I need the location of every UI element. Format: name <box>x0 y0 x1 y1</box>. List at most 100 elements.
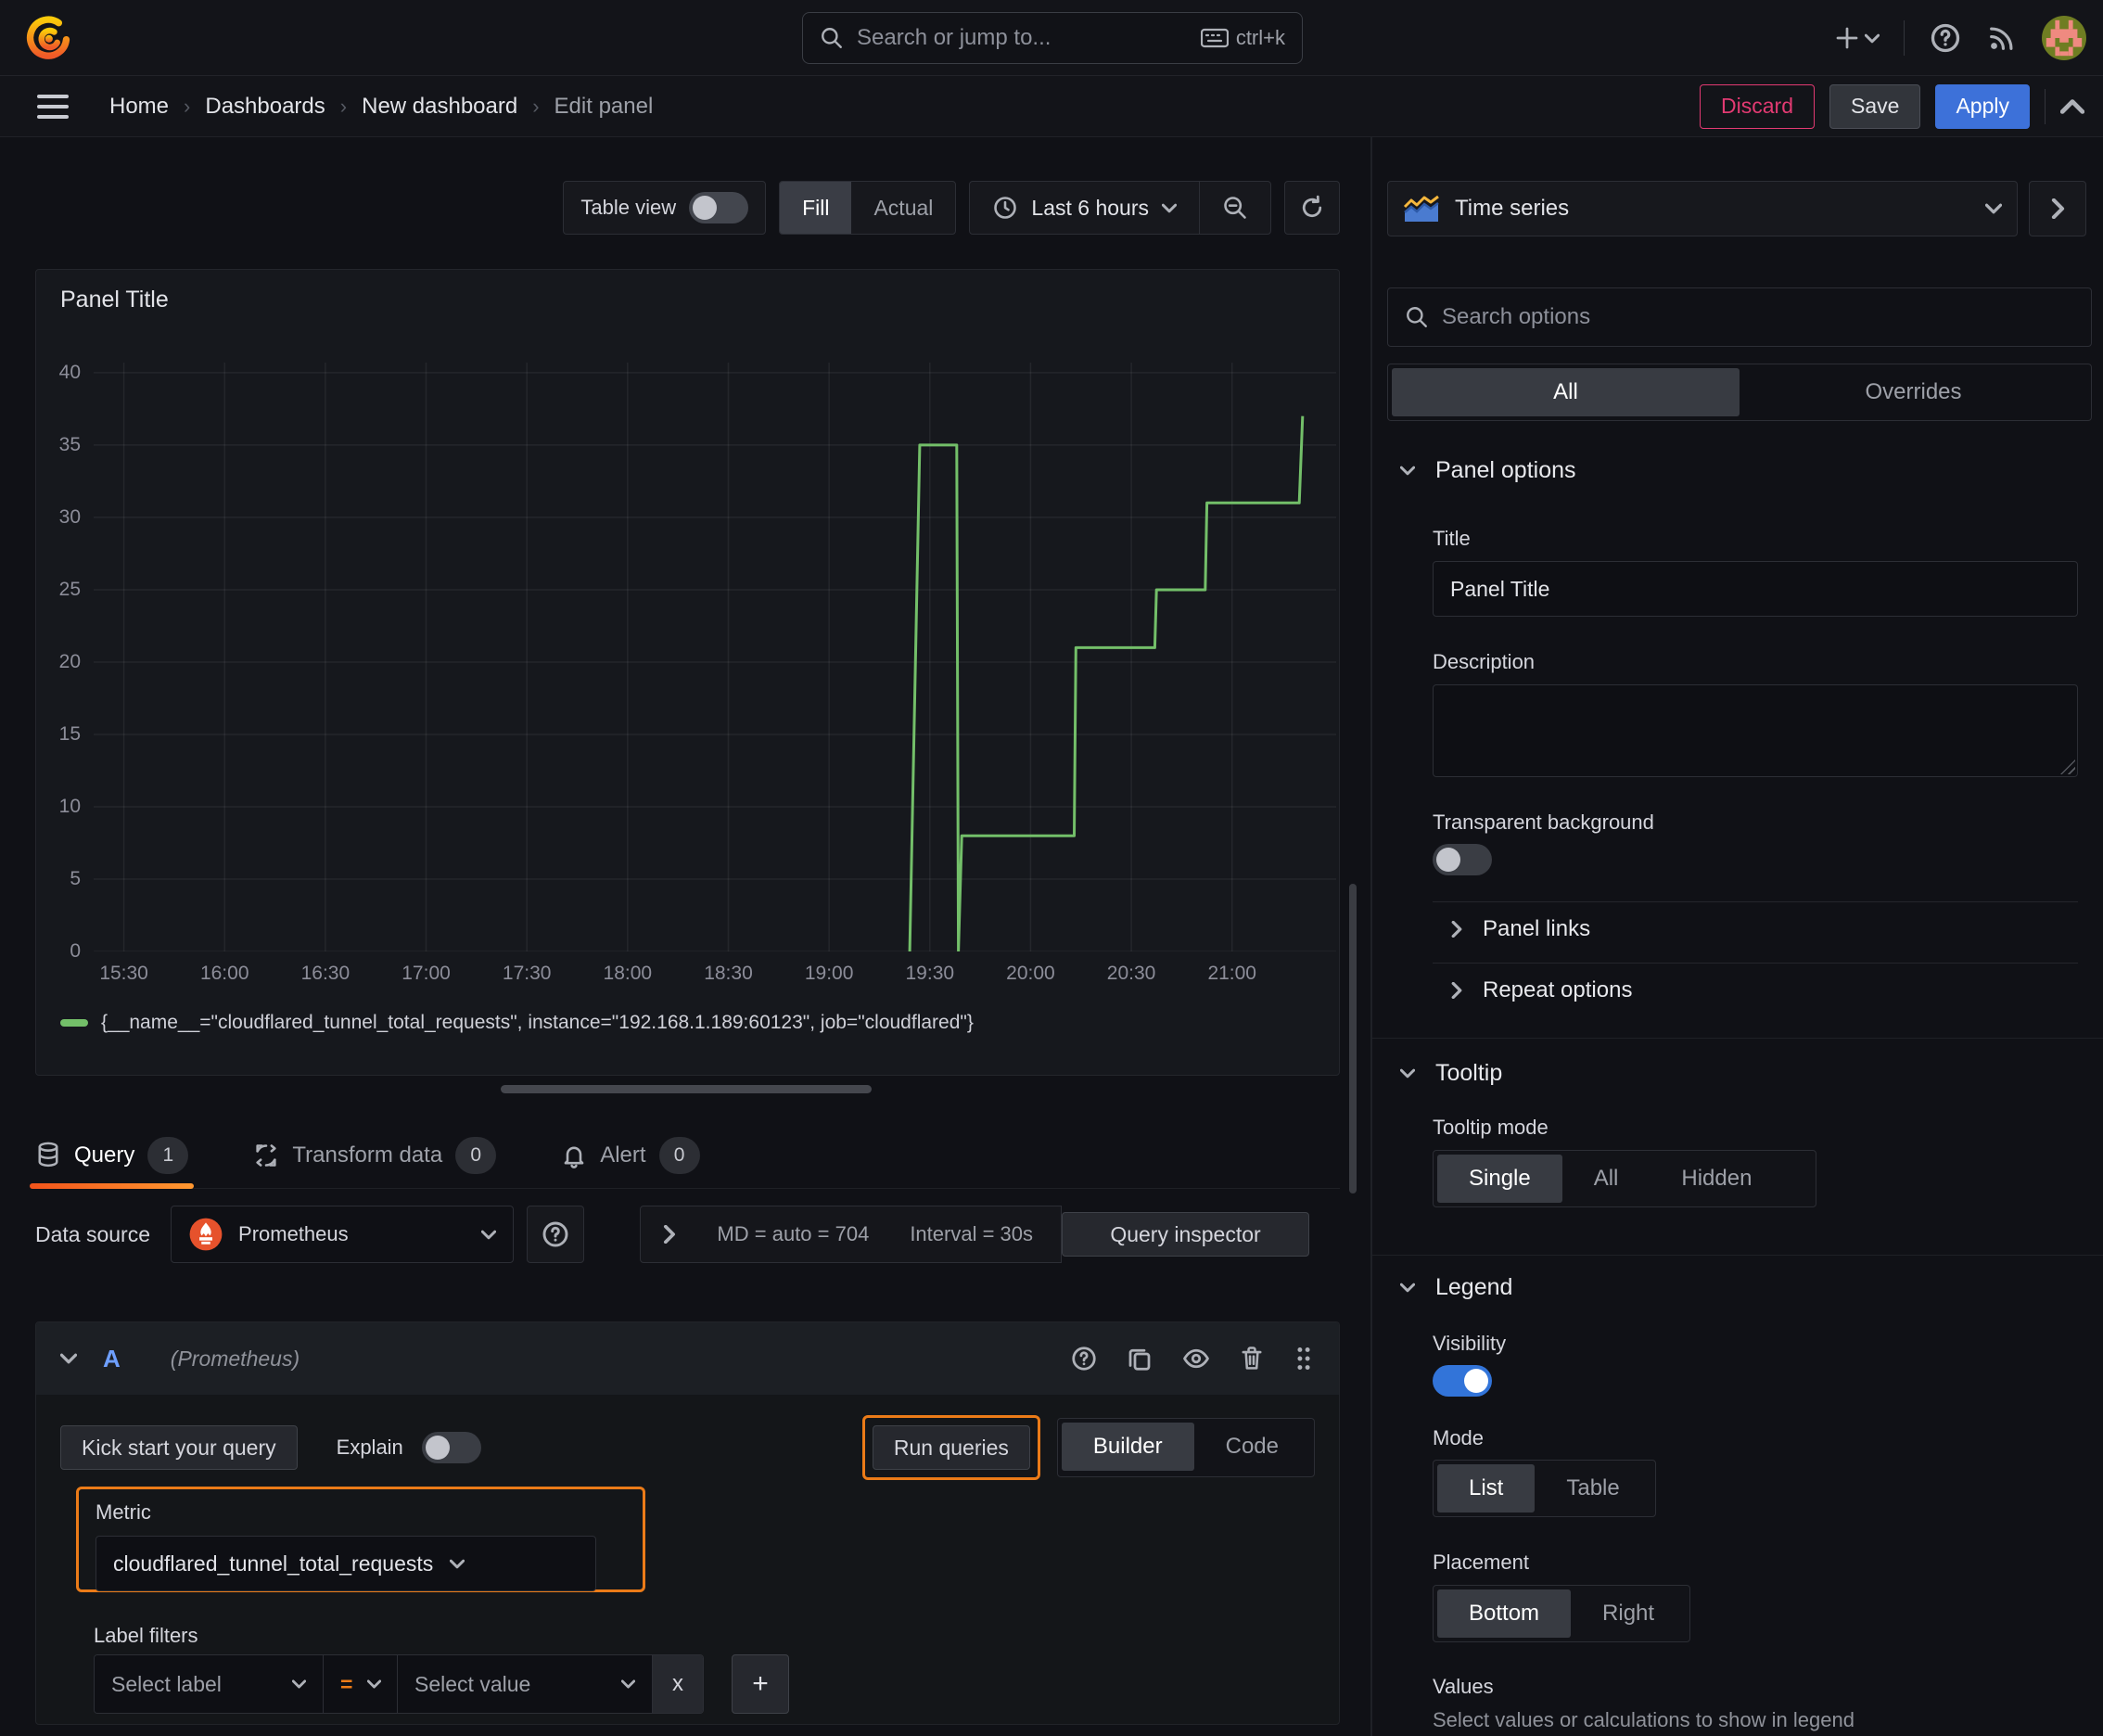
metric-value: cloudflared_tunnel_total_requests <box>113 1551 434 1576</box>
add-new-button[interactable] <box>1833 24 1880 52</box>
breadcrumb-new-dashboard[interactable]: New dashboard <box>362 94 517 120</box>
metric-select[interactable]: cloudflared_tunnel_total_requests <box>96 1536 596 1591</box>
actual-option[interactable]: Actual <box>851 182 955 234</box>
collapse-options-pane-button[interactable] <box>2029 181 2086 236</box>
code-option[interactable]: Code <box>1194 1423 1310 1471</box>
query-help-icon[interactable] <box>1070 1345 1098 1372</box>
x-tick-label: 20:00 <box>1006 963 1055 984</box>
chevron-down-icon <box>481 1230 497 1239</box>
panel-links-section[interactable]: Panel links <box>1451 916 1590 942</box>
add-filter-button[interactable]: + <box>732 1654 789 1714</box>
zoom-out-button[interactable] <box>1199 182 1270 234</box>
y-tick-label: 5 <box>70 867 81 889</box>
tab-query[interactable]: Query 1 <box>30 1122 195 1189</box>
operator-dropdown[interactable]: = <box>324 1655 398 1713</box>
stat-interval: Interval = 30s <box>910 1222 1033 1245</box>
chart-plot <box>94 363 1336 951</box>
clock-icon <box>994 197 1017 219</box>
fill-option[interactable]: Fill <box>780 182 852 234</box>
section-divider <box>1372 1038 2103 1039</box>
grafana-logo[interactable] <box>24 12 72 64</box>
datasource-help-icon[interactable] <box>527 1206 585 1263</box>
legend-mode-table[interactable]: Table <box>1535 1464 1651 1513</box>
kick-start-query-button[interactable]: Kick start your query <box>60 1425 298 1470</box>
tab-transform-count: 0 <box>455 1136 497 1174</box>
help-icon[interactable] <box>1929 21 1962 55</box>
collapse-header-icon[interactable] <box>2060 98 2084 115</box>
table-view-toggle[interactable] <box>689 192 749 223</box>
database-icon <box>38 1142 58 1167</box>
panel-title-input[interactable] <box>1433 561 2078 617</box>
save-button[interactable]: Save <box>1829 83 1921 129</box>
legend-mode-list[interactable]: List <box>1437 1464 1536 1513</box>
transparent-bg-toggle[interactable] <box>1433 844 1492 875</box>
select-value-dropdown[interactable]: Select value <box>398 1655 653 1713</box>
apply-button[interactable]: Apply <box>1935 83 2030 129</box>
menu-toggle-icon[interactable] <box>37 94 69 119</box>
chevron-right-icon[interactable] <box>663 1225 676 1244</box>
search-icon <box>822 28 842 48</box>
chevron-down-icon[interactable] <box>60 1353 77 1364</box>
time-range-picker[interactable]: Last 6 hours <box>970 182 1199 234</box>
tooltip-single-option[interactable]: Single <box>1437 1155 1562 1203</box>
tab-transform-data[interactable]: Transform data 0 <box>253 1122 497 1188</box>
legend-placement-right[interactable]: Right <box>1571 1589 1686 1638</box>
y-tick-label: 0 <box>70 940 81 962</box>
time-series-viz-icon <box>1403 195 1439 222</box>
user-avatar[interactable] <box>2042 16 2086 60</box>
horizontal-resize-handle[interactable] <box>501 1085 872 1093</box>
datasource-picker[interactable]: Prometheus <box>171 1206 515 1263</box>
repeat-options-section[interactable]: Repeat options <box>1451 977 1632 1003</box>
refresh-icon <box>1302 195 1322 218</box>
x-tick-label: 19:00 <box>804 963 854 984</box>
query-row-actions <box>1070 1345 1315 1372</box>
legend-section-header[interactable]: Legend <box>1400 1274 1512 1301</box>
query-inspector-button[interactable]: Query inspector <box>1062 1212 1309 1257</box>
nav-divider <box>1904 20 1905 56</box>
tab-overrides[interactable]: Overrides <box>1740 368 2087 416</box>
delete-query-icon[interactable] <box>1239 1345 1265 1372</box>
datasource-name: Prometheus <box>238 1222 349 1245</box>
query-ref-id[interactable]: A <box>103 1345 121 1373</box>
query-row-header[interactable]: A (Prometheus) <box>36 1322 1339 1395</box>
vertical-scrollbar[interactable] <box>1349 884 1357 1194</box>
visualization-panel[interactable]: Panel Title 0 5 10 15 20 25 30 35 40 15:30 16:00 1… <box>35 269 1340 1076</box>
legend-placement-bottom[interactable]: Bottom <box>1437 1589 1572 1638</box>
tab-transform-label: Transform data <box>292 1142 443 1168</box>
tab-alert[interactable]: Alert 0 <box>561 1122 700 1188</box>
chevron-right-icon <box>1451 982 1462 999</box>
tooltip-all-option[interactable]: All <box>1562 1155 1651 1203</box>
tooltip-hidden-option[interactable]: Hidden <box>1650 1155 1783 1203</box>
metric-highlight: Metric cloudflared_tunnel_total_requests <box>76 1487 645 1592</box>
x-tick-label: 21:00 <box>1207 963 1256 984</box>
search-options-placeholder: Search options <box>1442 304 1591 329</box>
news-rss-icon[interactable] <box>1986 22 2018 54</box>
run-queries-button[interactable]: Run queries <box>872 1425 1030 1470</box>
bell-icon <box>564 1146 584 1168</box>
breadcrumb-bar: Home › Dashboards › New dashboard › Edit… <box>0 76 2103 137</box>
breadcrumb-home[interactable]: Home <box>109 94 169 120</box>
builder-option[interactable]: Builder <box>1061 1423 1194 1471</box>
legend-series-label[interactable]: {__name__="cloudflared_tunnel_total_requ… <box>101 1012 974 1034</box>
panel-options-header[interactable]: Panel options <box>1400 457 1576 484</box>
panel-description-input[interactable] <box>1433 684 2078 777</box>
global-search-input[interactable]: Search or jump to... ctrl+k <box>802 12 1303 64</box>
breadcrumb-dashboards[interactable]: Dashboards <box>205 94 325 120</box>
y-tick-label: 35 <box>58 433 81 455</box>
tooltip-mode-segmented: Single All Hidden <box>1433 1150 1816 1207</box>
visualization-picker[interactable]: Time series <box>1387 181 2018 236</box>
legend-visibility-toggle[interactable] <box>1433 1365 1492 1397</box>
discard-button[interactable]: Discard <box>1700 83 1816 129</box>
toggle-visibility-icon[interactable] <box>1181 1345 1211 1372</box>
tooltip-section-header[interactable]: Tooltip <box>1400 1060 1502 1087</box>
time-series-chart[interactable]: 0 5 10 15 20 25 30 35 40 15:30 16:00 16:30 17:00 17:… <box>59 362 1336 984</box>
options-sidebar: Time series Search options All Overrides… <box>1370 137 2103 1736</box>
select-label-dropdown[interactable]: Select label <box>95 1655 324 1713</box>
refresh-button[interactable] <box>1284 181 1340 235</box>
search-options-input[interactable]: Search options <box>1387 287 2092 347</box>
remove-filter-button[interactable]: x <box>653 1655 703 1713</box>
tab-all[interactable]: All <box>1392 368 1740 416</box>
explain-toggle[interactable] <box>421 1432 481 1463</box>
drag-handle-icon[interactable] <box>1293 1345 1315 1372</box>
duplicate-query-icon[interactable] <box>1126 1345 1153 1372</box>
